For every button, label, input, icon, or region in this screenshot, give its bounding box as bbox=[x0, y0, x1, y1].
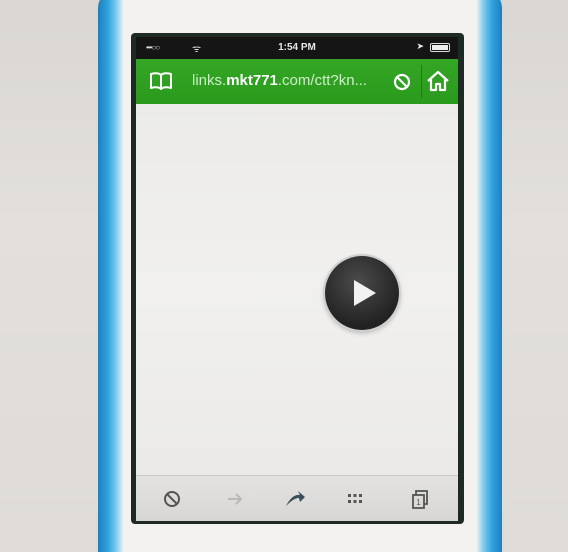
share-swoosh-icon[interactable] bbox=[284, 488, 306, 510]
battery-icon bbox=[430, 43, 450, 52]
play-icon bbox=[354, 280, 376, 306]
video-play-button[interactable] bbox=[325, 256, 399, 330]
status-time: 1:54 PM bbox=[278, 42, 316, 53]
status-bar: •••○○ ᯤ 1:54 PM ➤ bbox=[136, 37, 458, 59]
forward-arrow-icon[interactable] bbox=[224, 488, 246, 510]
web-content-area bbox=[136, 104, 458, 475]
url-rest: .com/ctt?kn... bbox=[277, 72, 368, 89]
url-domain: mkt771 bbox=[226, 72, 278, 89]
browser-toolbar: 1 bbox=[136, 475, 458, 521]
stop-block-icon[interactable] bbox=[392, 72, 412, 92]
tabs-copy-icon[interactable]: 1 bbox=[409, 488, 431, 510]
grid-dots-icon[interactable] bbox=[344, 488, 366, 510]
svg-text:1: 1 bbox=[416, 498, 421, 507]
bookmarks-book-icon[interactable] bbox=[149, 71, 173, 91]
browser-url-bar: links.mkt771.com/ctt?kn... bbox=[136, 59, 458, 104]
url-field[interactable]: links.mkt771.com/ctt?kn... bbox=[192, 72, 388, 89]
location-arrow-icon: ➤ bbox=[416, 41, 424, 51]
home-icon[interactable] bbox=[426, 70, 450, 92]
block-icon[interactable] bbox=[161, 488, 183, 510]
battery-level bbox=[432, 45, 448, 50]
url-bar-divider bbox=[421, 65, 422, 98]
url-prefix: links. bbox=[192, 72, 227, 89]
photo-background: •••○○ ᯤ 1:54 PM ➤ links.mkt771.com/ctt?k… bbox=[0, 0, 568, 552]
